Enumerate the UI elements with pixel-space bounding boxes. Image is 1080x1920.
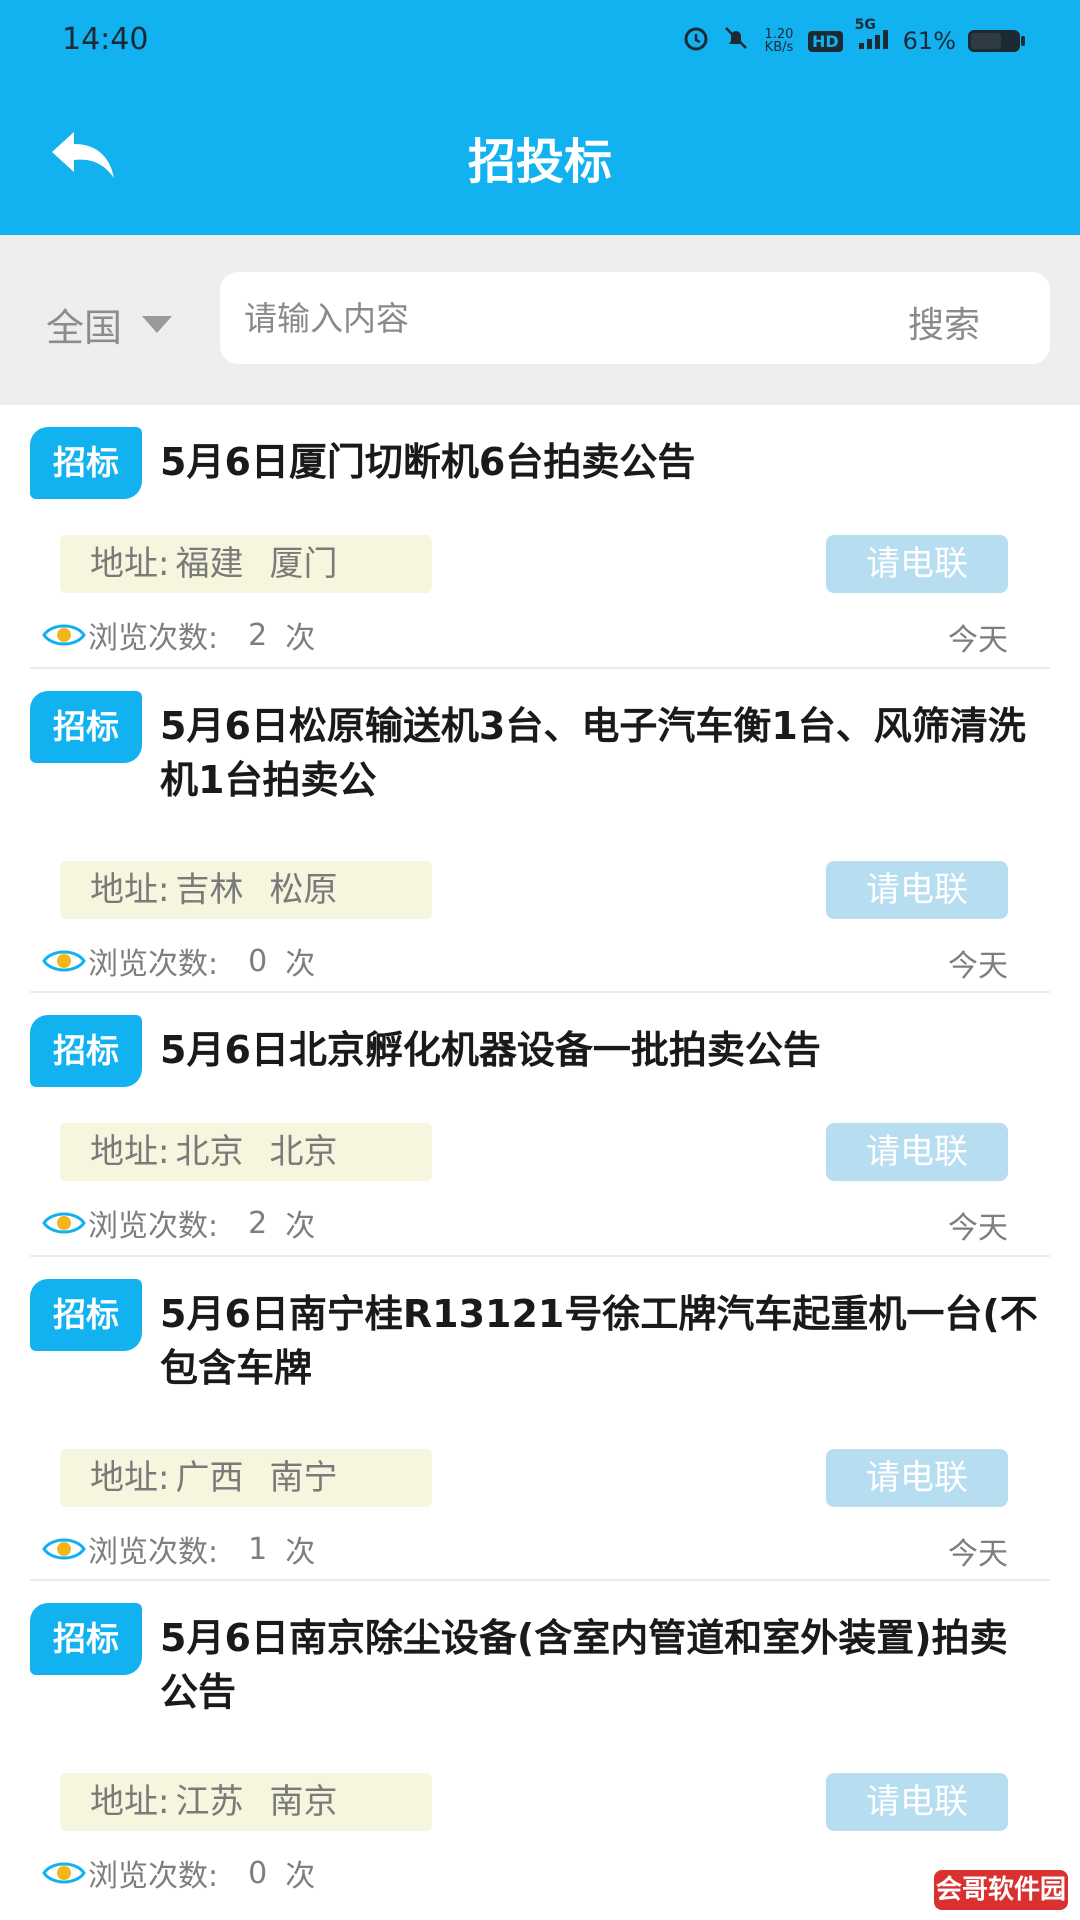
address-field: 地址: 福建 厦门 [60,535,432,593]
region-label: 全国 [46,306,123,350]
address-city: 北京 [269,1132,338,1172]
views-count: 0 [248,1855,268,1891]
views-unit: 次 [285,1535,316,1570]
address-label: 地址: [90,1132,170,1172]
address-province: 福建 [175,544,244,584]
post-date: 今天 [948,1211,1008,1246]
address-label: 地址: [90,544,170,584]
address-city: 厦门 [269,544,338,584]
nav-bar: 招投标 [0,100,1080,210]
views-label: 浏览次数: [88,1209,219,1244]
eye-icon [42,624,86,646]
tender-tag: 招标 [30,691,142,763]
views-label: 浏览次数: [88,1859,219,1894]
views-label: 浏览次数: [88,1535,219,1570]
list-item[interactable]: 招标 5月6日南京除尘设备(含室内管道和室外装置)拍卖公告 地址: 江苏 南京 请电… [30,1581,1050,1905]
address-province: 吉林 [175,870,244,910]
call-button[interactable]: 请电联 [826,1449,1008,1507]
list-item[interactable]: 招标 5月6日北京孵化机器设备一批拍卖公告 地址: 北京 北京 请电联 浏览次数: … [30,993,1050,1257]
battery-percent: 61% [902,27,956,55]
alarm-icon [682,24,710,58]
list-item[interactable]: 招标 5月6日松原输送机3台、电子汽车衡1台、风筛清洗机1台拍卖公 地址: 吉林松… [30,669,1050,993]
views-unit: 次 [285,1209,316,1244]
post-date: 今天 [948,623,1008,658]
list-item[interactable]: 招标 5月6日南宁桂R13121号徐工牌汽车起重机一台(不包含车牌 地址: 广西南… [30,1257,1050,1581]
views-unit: 次 [285,1859,316,1894]
tender-tag: 招标 [30,1603,142,1675]
address-label: 地址: [90,1782,170,1822]
address-province: 广西 [175,1458,244,1498]
region-dropdown[interactable]: 全国 [46,297,173,352]
item-title[interactable]: 5月6日北京孵化机器设备一批拍卖公告 [160,1023,1040,1077]
views-count: 0 [248,943,268,979]
status-time: 14:40 [62,22,149,57]
view-count: 浏览次数: 0 次 [42,1851,315,1895]
address-field: 地址: 吉林 松原 [60,861,432,919]
list-item[interactable]: 招标 5月6日厦门切断机6台拍卖公告 地址: 福建 厦门 请电联 浏览次数: 2 次… [30,405,1050,669]
address-province: 北京 [175,1132,244,1172]
signal-icon: 5G [855,17,891,57]
tender-tag: 招标 [30,1279,142,1351]
eye-icon [42,950,86,972]
net-speed: 1.20 KB/s [764,27,794,55]
battery-icon [968,30,1025,52]
call-button[interactable]: 请电联 [826,535,1008,593]
views-count: 1 [248,1531,268,1567]
address-label: 地址: [90,870,170,910]
status-bar: 14:40 1.20 KB/s HD 5G 61% [0,0,1080,80]
views-count: 2 [248,1205,268,1241]
view-count: 浏览次数: 0 次 [42,939,315,983]
address-city: 南宁 [269,1458,338,1498]
views-label: 浏览次数: [88,947,219,982]
view-count: 浏览次数: 2 次 [42,1201,315,1245]
item-title[interactable]: 5月6日厦门切断机6台拍卖公告 [160,435,1040,489]
eye-icon [42,1538,86,1560]
address-province: 江苏 [175,1782,244,1822]
address-label: 地址: [90,1458,170,1498]
call-button[interactable]: 请电联 [826,1123,1008,1181]
address-field: 地址: 北京 北京 [60,1123,432,1181]
view-count: 浏览次数: 2 次 [42,613,315,657]
caret-down-icon [142,316,173,333]
address-city: 南京 [269,1782,338,1822]
search-button[interactable]: 搜索 [908,296,980,348]
views-label: 浏览次数: [88,621,219,656]
eye-icon [42,1862,86,1884]
views-unit: 次 [285,947,316,982]
tender-list: 招标 5月6日厦门切断机6台拍卖公告 地址: 福建 厦门 请电联 浏览次数: 2 次… [0,405,1080,1905]
status-icons: 1.20 KB/s HD 5G 61% [682,17,1025,58]
address-city: 松原 [269,870,338,910]
app-header: 14:40 1.20 KB/s HD 5G 61% 招投标 [0,0,1080,235]
search-input[interactable] [244,272,804,364]
view-count: 浏览次数: 1 次 [42,1527,315,1571]
eye-icon [42,1212,86,1234]
views-count: 2 [248,617,268,653]
address-field: 地址: 江苏 南京 [60,1773,432,1831]
tender-tag: 招标 [30,427,142,499]
post-date: 今天 [948,1537,1008,1572]
call-button[interactable]: 请电联 [826,1773,1008,1831]
post-date: 今天 [948,949,1008,984]
item-title[interactable]: 5月6日南京除尘设备(含室内管道和室外装置)拍卖公告 [160,1611,1040,1719]
item-title[interactable]: 5月6日松原输送机3台、电子汽车衡1台、风筛清洗机1台拍卖公 [160,699,1040,807]
address-field: 地址: 广西 南宁 [60,1449,432,1507]
page-title: 招投标 [467,134,612,190]
search-box: 搜索 [220,272,1050,364]
search-bar: 全国 搜索 [0,235,1080,405]
hd-icon: HD [807,30,843,52]
call-button[interactable]: 请电联 [826,861,1008,919]
views-unit: 次 [285,621,316,656]
tender-tag: 招标 [30,1015,142,1087]
mute-bell-icon [722,24,750,58]
item-title[interactable]: 5月6日南宁桂R13121号徐工牌汽车起重机一台(不包含车牌 [160,1287,1040,1395]
watermark-logo: 会哥软件园 [934,1870,1068,1910]
